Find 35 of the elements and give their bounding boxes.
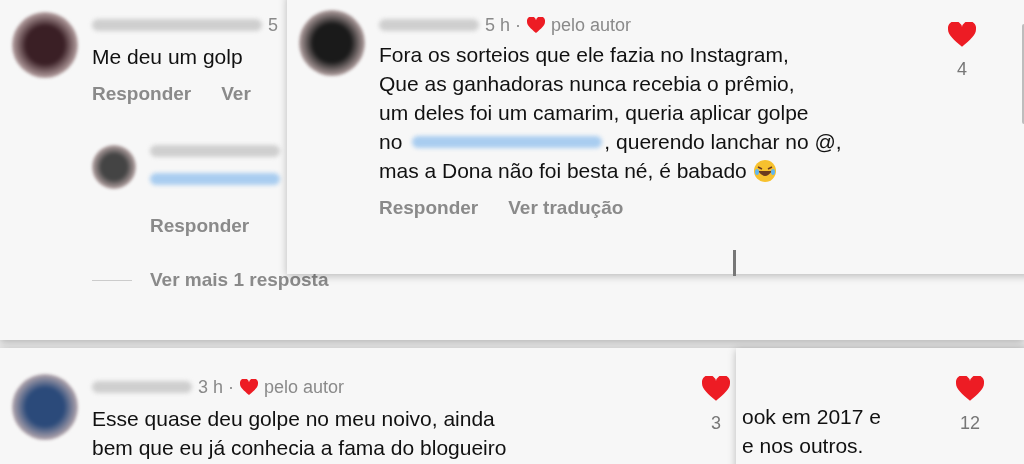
comment-time: 5 [268, 14, 278, 36]
comment-action-link[interactable]: Responder [379, 197, 479, 219]
comment-text: , querendo lanchar no @, [604, 129, 842, 155]
comment-text: Me deu um golp [92, 44, 243, 70]
comment-text: um deles foi um camarim, queria aplicar golpe [379, 100, 809, 126]
avatar [12, 12, 78, 78]
comment-time: 5 h · [485, 14, 522, 36]
avatar [12, 374, 78, 440]
comment-text: Que as ganhadoras nunca recebia o prêmio, [379, 71, 795, 97]
comment-text: mas a Dona não foi besta né, é babado [379, 158, 747, 184]
comment-action-link[interactable]: Ver [221, 83, 251, 105]
comment-text: Fora os sorteios que ele fazia no Instagram, [379, 42, 789, 68]
comment-action-link[interactable]: Ver tradução [508, 197, 624, 219]
comment-text: e nos outros. [742, 433, 864, 459]
like-count: 12 [960, 413, 980, 435]
comment-text: bem que eu já conhecia a fama do blogueiro [92, 435, 507, 461]
like-count: 3 [711, 413, 721, 435]
like-heart-icon [702, 376, 730, 402]
author-like-label: pelo autor [551, 14, 632, 36]
avatar [299, 10, 365, 76]
author-like-label: pelo autor [264, 376, 345, 398]
heart-icon [527, 16, 546, 34]
comment-action-link[interactable]: Responder [92, 83, 192, 105]
heart-icon [240, 378, 259, 396]
text-cursor-icon [733, 250, 736, 276]
comment-time: 3 h · [198, 376, 235, 398]
comment-text: no [379, 129, 403, 155]
comment-action-link[interactable]: Responder [150, 215, 250, 236]
like-heart-icon [956, 376, 984, 402]
more-replies-link[interactable]: Ver mais 1 resposta [150, 269, 329, 291]
like-count: 4 [957, 59, 967, 81]
like-heart-icon [948, 22, 976, 48]
comment-text: Esse quase deu golpe no meu noivo, ainda [92, 406, 495, 432]
comment-text: ook em 2017 e [742, 404, 881, 430]
avatar [92, 145, 136, 189]
